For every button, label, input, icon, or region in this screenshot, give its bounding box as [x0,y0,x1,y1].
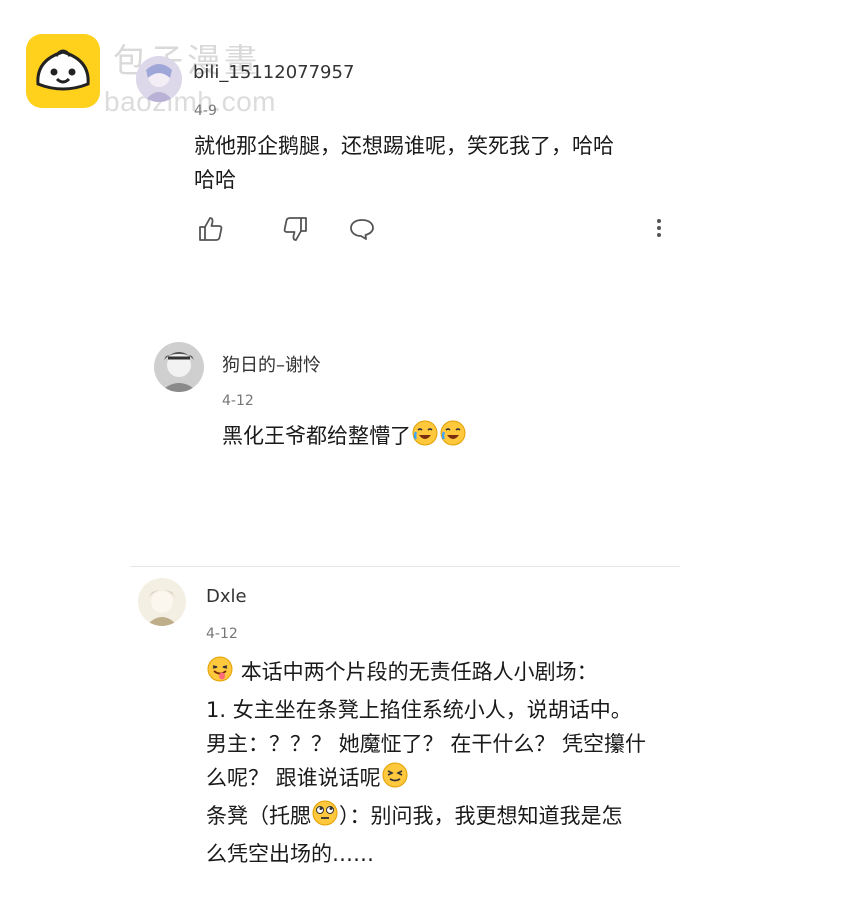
crying-laughing-emoji [411,419,439,457]
thumbs-down-icon [283,217,307,241]
comment-divider [130,566,680,567]
comment-text-line: 就他那企鹅腿，还想踢谁呢，笑死我了，哈哈 [194,134,614,158]
comment-text-line: 么呢？ 跟谁说话呢 [206,766,381,790]
like-button[interactable] [196,214,226,244]
comment-text: 就他那企鹅腿，还想踢谁呢，笑死我了，哈哈 哈哈 [194,129,614,197]
comment-date: 4-12 [206,626,238,642]
comment-username[interactable]: Dxle [206,586,247,607]
reply-button[interactable] [347,214,377,244]
comment-text-line: 男主：？？？ 她魔怔了？ 在干什么？ 凭空攥什 [206,732,647,756]
speech-bubble-icon [350,219,374,240]
avatar[interactable] [154,342,204,392]
comment-text: 黑化王爷都给整懵了 [222,419,467,457]
watermark-url: baozimh.com [104,86,277,117]
avatar-sketch-icon [154,342,204,392]
comment-text-line: 哈哈 [194,168,236,192]
comment-text-line: 黑化王爷都给整懵了 [222,424,411,448]
comment-username[interactable]: 狗日的–谢怜 [222,351,321,377]
comment-text: 本话中两个片段的无责任路人小剧场： 1. 女主坐在条凳上掐住系统小人，说胡话中。… [206,655,646,871]
thumbs-up-icon [199,217,223,241]
eye-roll-emoji [311,799,339,837]
comment-text-line: 么凭空出场的…… [206,842,374,866]
avatar-anime-icon [138,578,186,626]
comment-text-line: 本话中两个片段的无责任路人小剧场： [240,660,598,684]
app-logo [26,34,100,108]
tongue-out-emoji [206,655,234,693]
squinting-face-emoji [381,761,409,799]
avatar-anime-icon [136,56,182,102]
bun-logo-icon [36,49,90,91]
avatar[interactable] [136,56,182,102]
more-options-button[interactable] [651,214,667,244]
crying-laughing-emoji [439,419,467,457]
comment-date: 4-12 [222,393,254,409]
avatar[interactable] [138,578,186,626]
comment-text-line: 条凳（托腮 [206,804,311,828]
comment-date: 4-9 [194,103,217,119]
more-vertical-icon [657,219,661,237]
comment-username[interactable]: bili_15112077957 [193,62,354,83]
comment-text-line: 1. 女主坐在条凳上掐住系统小人，说胡话中。 [206,698,632,722]
dislike-button[interactable] [280,214,310,244]
comment-text-line: ）：别问我，我更想知道我是怎 [339,804,623,828]
